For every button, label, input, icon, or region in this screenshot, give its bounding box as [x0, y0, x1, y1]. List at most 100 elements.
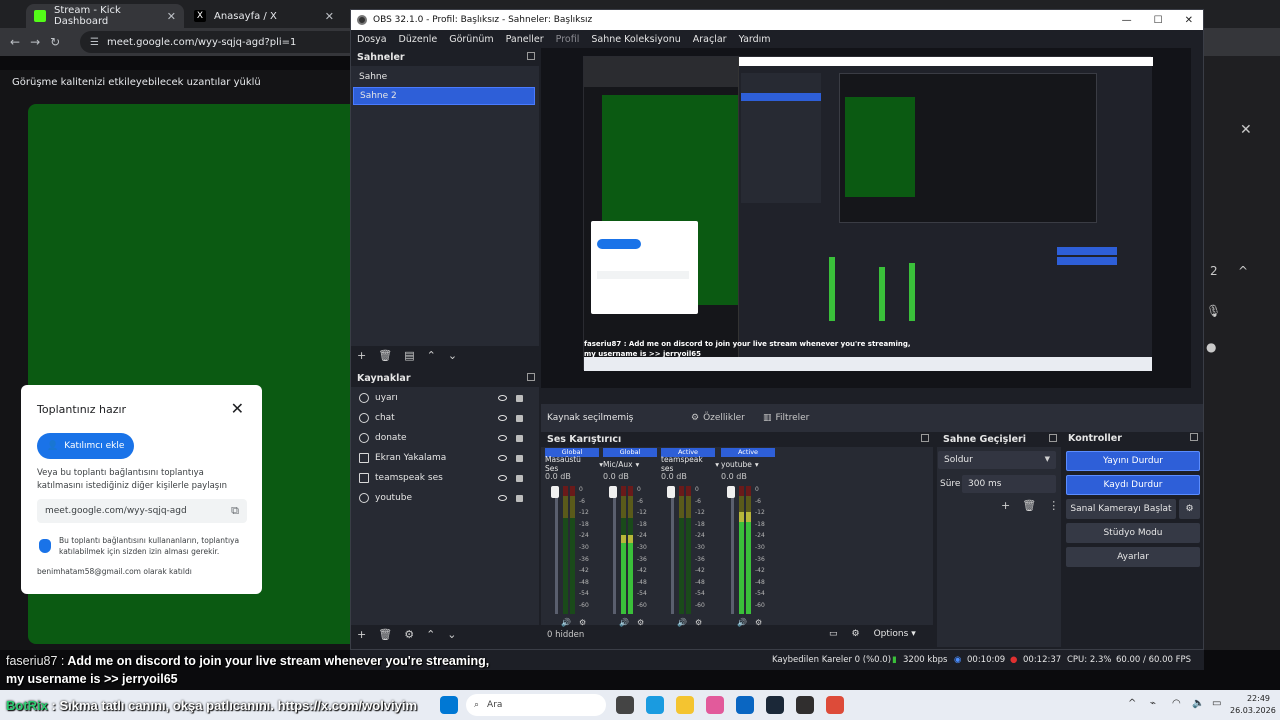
menu-view[interactable]: Görünüm: [449, 34, 493, 45]
menu-docks[interactable]: Paneller: [506, 34, 544, 45]
volume-slider[interactable]: [555, 486, 558, 614]
menu-edit[interactable]: Düzenle: [399, 34, 438, 45]
lock-icon[interactable]: [516, 494, 523, 502]
scene-item-selected[interactable]: Sahne 2: [353, 87, 535, 105]
options-button[interactable]: Options ▾: [874, 629, 916, 639]
channel-name[interactable]: Masaüstü Ses ▾: [545, 455, 603, 473]
menu-help[interactable]: Yardım: [739, 34, 771, 45]
eye-icon[interactable]: [498, 495, 507, 501]
activity-icon[interactable]: ●: [1206, 340, 1216, 354]
start-virtual-camera-button[interactable]: Sanal Kamerayı Başlat: [1066, 499, 1176, 519]
network-icon[interactable]: ⌁: [1150, 698, 1156, 709]
eye-icon[interactable]: [498, 395, 507, 401]
menu-file[interactable]: Dosya: [357, 34, 387, 45]
mic-off-icon[interactable]: 🎙: [1206, 304, 1221, 318]
layout-icon[interactable]: ▭: [829, 629, 838, 639]
volume-handle[interactable]: [727, 486, 735, 498]
copilot-icon[interactable]: [706, 696, 724, 714]
filters-button[interactable]: ▥ Filtreler: [763, 413, 809, 423]
undock-icon[interactable]: [527, 373, 535, 381]
source-item[interactable]: uyarı: [353, 389, 535, 407]
program-preview[interactable]: faseriu87 : Add me on discord to join yo…: [541, 48, 1191, 388]
site-info-icon[interactable]: ☰: [90, 37, 99, 48]
eye-icon[interactable]: [498, 415, 507, 421]
steam-icon[interactable]: [766, 696, 784, 714]
volume-slider[interactable]: [731, 486, 734, 614]
close-icon[interactable]: ✕: [167, 10, 176, 23]
folder-icon[interactable]: [676, 696, 694, 714]
speaker-icon[interactable]: 🔊: [561, 618, 571, 627]
lock-icon[interactable]: [516, 474, 523, 482]
more-icon[interactable]: ⋮: [1048, 499, 1059, 512]
settings-icon[interactable]: ⚙: [579, 618, 586, 627]
eye-icon[interactable]: [498, 455, 507, 461]
transition-select[interactable]: Soldur ▼: [938, 451, 1056, 469]
add-icon[interactable]: +: [357, 349, 366, 362]
minimize-icon[interactable]: —: [1122, 15, 1132, 26]
chevron-up-icon[interactable]: ^: [1238, 264, 1248, 278]
duration-input[interactable]: 300 ms: [962, 475, 1056, 493]
filter-icon[interactable]: ▤: [404, 349, 414, 362]
gear-icon[interactable]: ⚙: [404, 628, 414, 641]
obs-icon[interactable]: [796, 696, 814, 714]
undock-icon[interactable]: [527, 52, 535, 60]
channel-name[interactable]: youtube ▾: [721, 458, 779, 470]
source-item[interactable]: chat: [353, 409, 535, 427]
scene-item[interactable]: Sahne: [353, 68, 535, 86]
move-down-icon[interactable]: ⌄: [447, 628, 456, 641]
trash-icon[interactable]: 🗑: [1022, 499, 1036, 512]
lock-icon[interactable]: [516, 394, 523, 402]
menu-profile[interactable]: Profil: [556, 34, 580, 45]
back-icon[interactable]: ←: [10, 35, 20, 49]
volume-icon[interactable]: 🔈: [1192, 698, 1204, 709]
menu-tools[interactable]: Araçlar: [693, 34, 727, 45]
close-icon[interactable]: ✕: [1240, 122, 1252, 138]
channel-name[interactable]: teamspeak ses ▾: [661, 455, 719, 473]
close-icon[interactable]: ✕: [231, 399, 244, 418]
virtual-camera-settings-button[interactable]: ⚙: [1179, 499, 1200, 519]
speaker-icon[interactable]: 🔊: [677, 618, 687, 627]
maximize-icon[interactable]: ☐: [1154, 15, 1163, 26]
address-bar[interactable]: ☰ meet.google.com/wyy-sqjq-agd?pli=1: [80, 31, 370, 53]
undock-icon[interactable]: [1049, 434, 1057, 442]
volume-slider[interactable]: [671, 486, 674, 614]
chevron-up-icon[interactable]: ^: [1128, 698, 1136, 709]
close-icon[interactable]: ✕: [1185, 15, 1193, 26]
tab-x-home[interactable]: X Anasayfa / X ✕: [186, 4, 342, 28]
add-icon[interactable]: +: [1001, 499, 1010, 512]
volume-handle[interactable]: [609, 486, 617, 498]
battery-icon[interactable]: ▭: [1212, 698, 1221, 709]
task-view-icon[interactable]: [616, 696, 634, 714]
properties-button[interactable]: ⚙ Özellikler: [691, 413, 745, 423]
source-item[interactable]: Ekran Yakalama: [353, 449, 535, 467]
undock-icon[interactable]: [1190, 433, 1198, 441]
move-up-icon[interactable]: ⌃: [427, 349, 436, 362]
settings-button[interactable]: Ayarlar: [1066, 547, 1200, 567]
speaker-icon[interactable]: 🔊: [619, 618, 629, 627]
add-icon[interactable]: +: [357, 628, 366, 641]
add-participant-button[interactable]: 👤 Katılımcı ekle: [37, 433, 135, 459]
lock-icon[interactable]: [516, 454, 523, 462]
store-icon[interactable]: [736, 696, 754, 714]
speaker-icon[interactable]: 🔊: [737, 618, 747, 627]
lock-icon[interactable]: [516, 414, 523, 422]
volume-handle[interactable]: [551, 486, 559, 498]
trash-icon[interactable]: 🗑: [378, 349, 392, 362]
lock-icon[interactable]: [516, 434, 523, 442]
settings-icon[interactable]: ⚙: [637, 618, 644, 627]
channel-name[interactable]: Mic/Aux ▾: [603, 458, 661, 470]
menu-scene-collection[interactable]: Sahne Koleksiyonu: [591, 34, 680, 45]
participants-icon[interactable]: 2: [1210, 264, 1218, 278]
settings-icon[interactable]: ⚙: [695, 618, 702, 627]
start-icon[interactable]: [440, 696, 458, 714]
taskbar-search[interactable]: ⌕ Ara: [466, 694, 606, 716]
advanced-audio-icon[interactable]: ⚙: [852, 629, 860, 639]
settings-icon[interactable]: ⚙: [755, 618, 762, 627]
stop-recording-button[interactable]: Kaydı Durdur: [1066, 475, 1200, 495]
trash-icon[interactable]: 🗑: [378, 628, 392, 641]
copy-icon[interactable]: ⧉: [231, 504, 239, 518]
studio-mode-button[interactable]: Stüdyo Modu: [1066, 523, 1200, 543]
volume-slider[interactable]: [613, 486, 616, 614]
move-down-icon[interactable]: ⌄: [448, 349, 457, 362]
source-item[interactable]: youtube: [353, 489, 535, 507]
